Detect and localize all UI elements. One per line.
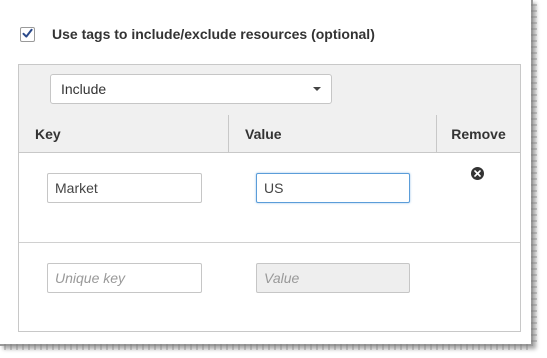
column-header-key: Key [19, 115, 229, 152]
tag-filter-label: Use tags to include/exclude resources (o… [52, 26, 375, 42]
panel-toolbar: Include [19, 65, 520, 116]
column-header-value: Value [229, 115, 437, 152]
tag-key-input[interactable]: Market [47, 173, 202, 203]
tag-value-input[interactable]: US [256, 173, 410, 203]
column-header-remove: Remove [451, 125, 506, 142]
tag-filter-panel: Include Key Value Remove Market US Uniqu… [18, 64, 521, 332]
tag-filter-toggle[interactable]: Use tags to include/exclude resources (o… [20, 24, 375, 44]
include-exclude-select-value: Include [61, 81, 107, 97]
remove-circle-icon[interactable] [471, 167, 484, 180]
new-tag-value-input[interactable]: Value [256, 263, 410, 293]
screenshot-frame: Use tags to include/exclude resources (o… [0, 0, 537, 350]
new-tag-key-input[interactable]: Unique key [47, 263, 202, 293]
check-icon [22, 28, 33, 38]
table-header: Key Value Remove [19, 115, 520, 153]
table-row: Market US [19, 153, 520, 243]
close-icon [474, 170, 481, 177]
tag-filter-checkbox[interactable] [20, 26, 35, 42]
new-tag-row: Unique key Value [19, 244, 520, 332]
chevron-down-icon [313, 87, 321, 91]
include-exclude-select[interactable]: Include [50, 74, 332, 104]
